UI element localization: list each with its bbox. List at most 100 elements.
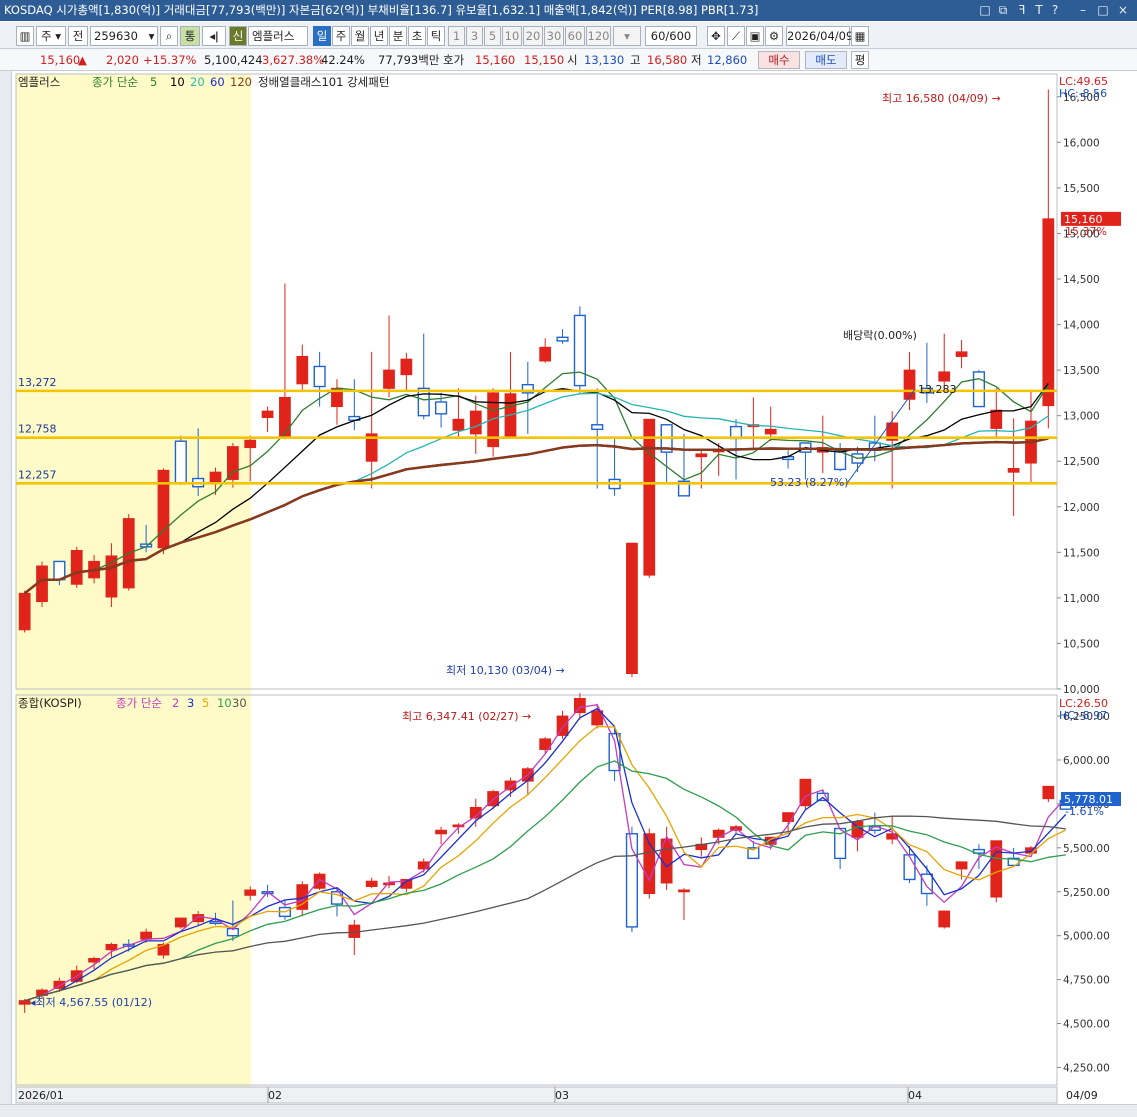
measure-top-label: 13,283: [918, 383, 957, 396]
volume-value: 5,100,424: [204, 53, 263, 67]
chart-canvas[interactable]: 16,50016,00015,50015,00014,50014,00013,5…: [0, 71, 1137, 1117]
price-tick-label: 13,500: [1063, 365, 1100, 377]
pin-icon[interactable]: ꟻ: [1013, 0, 1031, 21]
period-tick-tab[interactable]: 틱: [427, 26, 445, 46]
price-tick-label: 4,250.00: [1063, 1062, 1110, 1074]
lower-legend-ma-5: 5: [202, 696, 209, 710]
candle-body: [938, 371, 951, 382]
lower-legend-ma-10: 10: [217, 696, 232, 710]
trade-amount: 77,793백만: [378, 53, 440, 67]
upper-legend-ma-label: 종가 단순: [92, 75, 138, 89]
interval-10-button[interactable]: 10: [502, 26, 522, 46]
high-price: 16,580: [647, 53, 688, 67]
current-percent-tag: 15.37%: [1065, 225, 1107, 238]
candle-body: [105, 943, 118, 951]
candle-body: [435, 829, 447, 835]
minimize-icon[interactable]: –: [1074, 0, 1092, 21]
period-week-tab[interactable]: 주: [332, 26, 350, 46]
candle-body: [955, 861, 968, 870]
price-tick-label: 4,750.00: [1063, 975, 1110, 987]
tong-button[interactable]: 통: [180, 26, 200, 46]
maximize-icon[interactable]: □: [1094, 0, 1112, 21]
open-label: 시: [567, 53, 578, 67]
period-minute-tab[interactable]: 분: [389, 26, 407, 46]
interval-3-button[interactable]: 3: [466, 26, 483, 46]
support-line-label: 12,758: [18, 423, 57, 436]
save-icon[interactable]: ▣: [746, 26, 764, 46]
candle-body: [539, 346, 552, 362]
candle-body: [695, 453, 708, 458]
candle-body: [383, 882, 395, 886]
help-icon[interactable]: ?: [1046, 0, 1064, 21]
open-price: 13,130: [584, 53, 625, 67]
code-dropdown-icon[interactable]: ▾: [146, 26, 158, 46]
window-mode-icon[interactable]: □: [976, 0, 994, 21]
date-axis-label: 03: [555, 1089, 569, 1102]
price-tick-label: 10,500: [1063, 638, 1100, 650]
upper-legend-ma-5: 5: [150, 75, 157, 89]
crosshair-icon[interactable]: ✥: [707, 26, 725, 46]
candle-body: [296, 355, 309, 385]
flat-button[interactable]: 평: [851, 51, 869, 69]
period-month-tab[interactable]: 월: [351, 26, 369, 46]
interval-dropdown[interactable]: ▾: [613, 26, 641, 46]
interval-60-button[interactable]: 60: [565, 26, 585, 46]
chart-toolbar: ▥ 주 ▾ 전 259630 ▾ ⌕ 통 ◂ǀ 신 엠플러스 일 주 월 년 분…: [0, 22, 1137, 49]
candle-body: [626, 542, 638, 675]
hoga-label: 호가: [443, 53, 465, 67]
market-select[interactable]: 주 ▾: [36, 26, 66, 46]
close-icon[interactable]: ×: [1114, 0, 1132, 21]
stock-name-field[interactable]: 엠플러스: [248, 26, 308, 46]
candle-body: [226, 446, 239, 480]
sin-button[interactable]: 신: [229, 26, 247, 46]
candle-body: [556, 336, 569, 342]
calendar-icon[interactable]: ▦: [851, 26, 869, 46]
interval-5-button[interactable]: 5: [484, 26, 501, 46]
period-day-tab[interactable]: 일: [313, 26, 331, 46]
date-axis-label: 2026/01: [18, 1089, 64, 1102]
market-select-label: 주: [40, 29, 52, 43]
price-tick-label: 6,000.00: [1063, 755, 1110, 767]
price-tick-label: 5,250.00: [1063, 887, 1110, 899]
candle-body: [18, 1000, 31, 1005]
up-arrow-icon: ▲: [78, 53, 87, 67]
candle-body: [1042, 218, 1055, 407]
candle-body: [764, 428, 777, 435]
upper-legend-name: 엠플러스: [18, 75, 60, 89]
candle-body: [938, 910, 951, 928]
date-field[interactable]: 2026/04/09: [786, 26, 853, 46]
price-tick-label: 5,000.00: [1063, 931, 1110, 943]
candle-body: [244, 439, 257, 449]
gear-icon[interactable]: ⚙: [765, 26, 783, 46]
layout-icon[interactable]: ▥: [16, 26, 34, 46]
scroll-bar[interactable]: [0, 1104, 1137, 1117]
price-tick-label: 14,000: [1063, 320, 1100, 332]
low-price: 12,860: [707, 53, 748, 67]
price-tick-label: 14,500: [1063, 274, 1100, 286]
interval-1-button[interactable]: 1: [448, 26, 465, 46]
price-tick-label: 10,000: [1063, 684, 1100, 696]
interval-120-button[interactable]: 120: [586, 26, 611, 46]
window-copy-icon[interactable]: ⧉: [994, 0, 1012, 21]
lower-legend-ma-30: 30: [232, 696, 247, 710]
candle-body: [313, 365, 326, 388]
line-tool-icon[interactable]: ⟋: [727, 26, 745, 46]
interval-20-button[interactable]: 20: [523, 26, 543, 46]
date-axis-current: 04/09: [1066, 1089, 1098, 1102]
lower-hc-label: HC:-8.97: [1059, 709, 1107, 722]
candle-body: [261, 410, 274, 418]
prev-button[interactable]: 전: [68, 26, 88, 46]
period-second-tab[interactable]: 초: [408, 26, 426, 46]
change-percent: +15.37%: [143, 53, 197, 67]
sound-icon[interactable]: ◂ǀ: [202, 26, 226, 46]
kospi-low-annotation: ◂최저 4,567.55 (01/12): [30, 996, 152, 1009]
sell-button[interactable]: 매도: [805, 51, 847, 69]
interval-30-button[interactable]: 30: [544, 26, 564, 46]
candle-body: [972, 371, 986, 408]
upper-legend-ma-60: 60: [210, 75, 225, 89]
buy-button[interactable]: 매수: [758, 51, 800, 69]
candle-body: [244, 889, 257, 896]
count-field[interactable]: 60/600: [645, 26, 697, 46]
search-icon[interactable]: ⌕: [160, 26, 178, 46]
period-year-tab[interactable]: 년: [370, 26, 388, 46]
